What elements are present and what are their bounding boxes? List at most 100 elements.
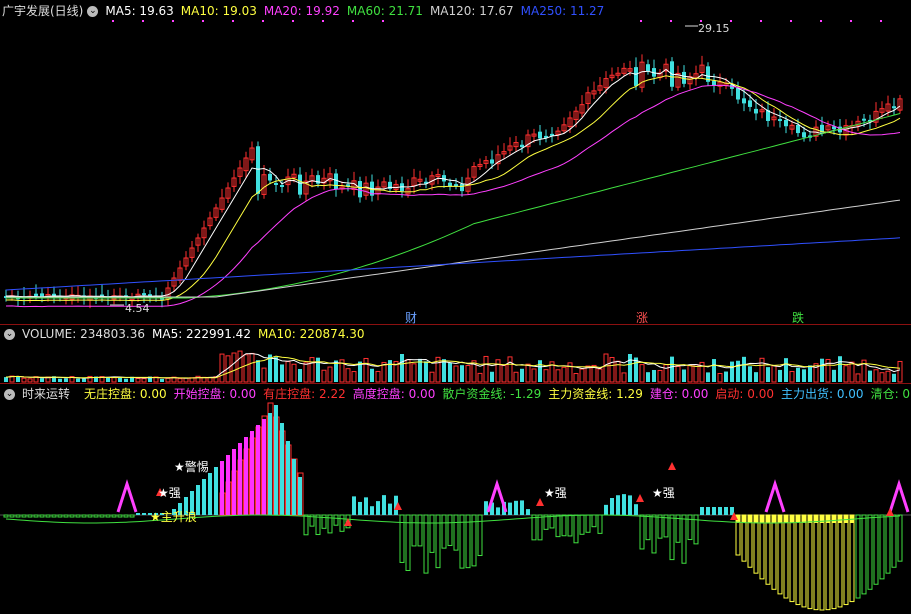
indicator-bar xyxy=(867,514,873,590)
indicator-bar xyxy=(417,514,423,547)
indicator-bar xyxy=(496,507,500,515)
indicator-bar xyxy=(807,514,813,610)
arrow-icon xyxy=(636,494,644,502)
indicator-bar xyxy=(579,514,585,535)
indicator-bar xyxy=(777,514,783,595)
arrow-icon xyxy=(668,462,676,470)
signal-rise: ★主升浪 xyxy=(150,510,197,524)
indicator-bar xyxy=(604,504,608,515)
indicator-bar xyxy=(411,514,417,547)
indicator-bar xyxy=(105,514,111,518)
indicator-bar xyxy=(45,514,51,518)
indicator-bar xyxy=(303,514,309,536)
indicator-bar xyxy=(681,514,687,564)
indicator-bar xyxy=(771,514,777,590)
indicator-bar xyxy=(526,509,530,515)
indicator-bar xyxy=(81,514,87,518)
indicator-bar xyxy=(9,514,15,518)
indicator-bar xyxy=(220,461,224,515)
indicator-bar xyxy=(292,459,296,515)
indicator-bar xyxy=(339,514,345,532)
indicator-bar xyxy=(352,496,356,515)
indicator-bar xyxy=(567,514,573,537)
indicator-bar xyxy=(873,514,879,585)
indicator-bar xyxy=(315,514,321,536)
indicator-bar xyxy=(784,515,788,523)
signal-strong-1: ★强 xyxy=(158,486,181,500)
indicator-bar xyxy=(622,494,626,515)
indicator-bar xyxy=(573,514,579,544)
indicator-bar xyxy=(753,514,759,574)
indicator-bar xyxy=(453,514,459,551)
indicator-bar xyxy=(520,500,524,515)
indicator-bar xyxy=(718,507,722,515)
indicator-bar xyxy=(93,514,99,518)
indicator-bar xyxy=(748,515,752,523)
indicator-bar xyxy=(232,449,236,515)
indicator-bar xyxy=(111,514,117,518)
indicator-bar xyxy=(75,514,81,518)
indicator-bar xyxy=(820,515,824,523)
indicator-bar xyxy=(616,495,620,515)
indicator-bar xyxy=(790,515,794,523)
indicator-bar xyxy=(537,514,543,541)
signal-strong-3: ★强 xyxy=(652,486,675,500)
indicator-bar xyxy=(3,514,9,518)
indicator-bar xyxy=(826,515,830,523)
indicator-bar xyxy=(136,513,140,515)
indicator-bar xyxy=(610,498,614,515)
indicator-bar xyxy=(286,441,290,515)
indicator-bar xyxy=(832,515,836,523)
indicator-bar xyxy=(508,502,512,515)
indicator-bar xyxy=(447,514,453,546)
indicator-bar xyxy=(280,423,284,515)
indicator-bar xyxy=(687,514,693,541)
indicator-bar xyxy=(214,467,218,515)
indicator-bar xyxy=(555,514,561,538)
indicator-bar xyxy=(268,413,272,515)
indicator-bar xyxy=(99,514,105,518)
indicator-bar xyxy=(471,514,477,567)
indicator-bar xyxy=(669,514,675,561)
indicator-bar xyxy=(376,501,380,515)
indicator-bar xyxy=(484,501,488,515)
indicator-bar xyxy=(364,497,368,515)
indicator-bar xyxy=(585,514,591,533)
indicator-bar xyxy=(795,514,801,606)
indicator-bar xyxy=(244,437,248,515)
indicator-bar xyxy=(87,514,93,518)
indicator-bar xyxy=(514,500,518,515)
indicator-bar xyxy=(844,515,848,523)
indicator-bar xyxy=(208,473,212,515)
indicator-bar xyxy=(238,443,242,515)
indicator-bar xyxy=(274,405,278,515)
indicator-bar xyxy=(27,514,33,518)
indicator-bar xyxy=(459,514,465,569)
indicator-bar xyxy=(760,515,764,523)
indicator-bar xyxy=(855,514,861,599)
indicator-bar xyxy=(759,514,765,580)
indicator-bar xyxy=(843,514,849,606)
indicator-peak xyxy=(764,479,786,513)
indicator-bar xyxy=(21,514,27,518)
indicator-bar xyxy=(765,514,771,585)
indicator-bar xyxy=(837,514,843,608)
indicator-bar xyxy=(639,514,645,550)
indicator-bar xyxy=(801,514,807,608)
indicator-bar xyxy=(129,514,135,518)
indicator-bar xyxy=(885,514,891,574)
indicator-bar xyxy=(298,477,302,515)
indicator-bar xyxy=(256,425,260,515)
indicator-bar xyxy=(778,515,782,523)
indicator-bar xyxy=(813,514,819,611)
indicator-bar xyxy=(657,514,663,539)
indicator-bar xyxy=(441,514,447,549)
indicator-bar xyxy=(724,507,728,515)
indicator-bar xyxy=(783,514,789,599)
indicator-bar xyxy=(226,455,230,515)
indicator-bar xyxy=(645,514,651,541)
indicator-chart xyxy=(0,402,911,611)
indicator-bar xyxy=(742,515,746,523)
indicator-bar xyxy=(838,515,842,523)
signal-warn: ★警惕 xyxy=(174,460,209,474)
